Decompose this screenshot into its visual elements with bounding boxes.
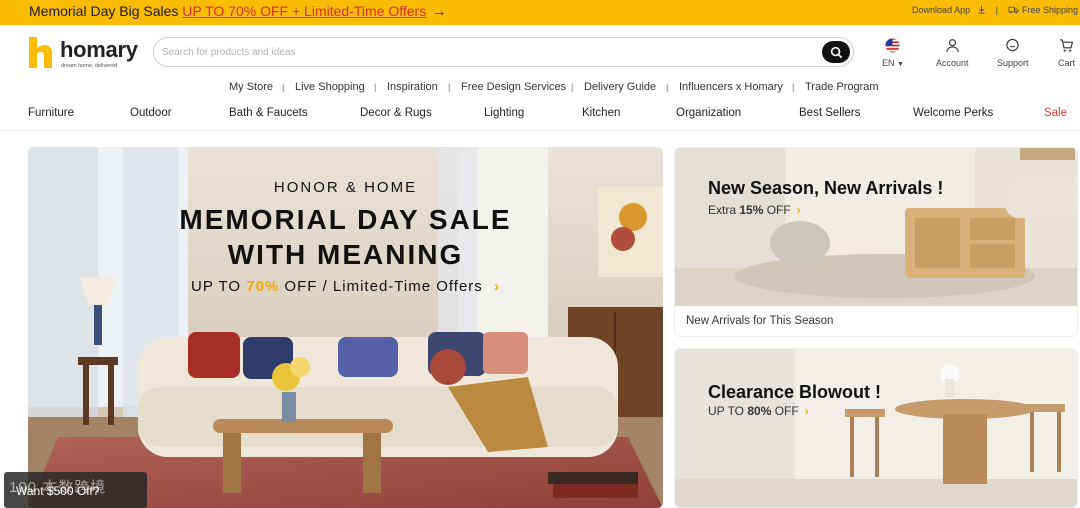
chevron-down-icon: ▼ — [897, 61, 904, 68]
promo-link[interactable]: UP TO 70% OFF + Limited-Time Offers — [182, 3, 426, 19]
subnav-separator: | — [448, 82, 451, 92]
hero-banner[interactable]: HONOR & HOME MEMORIAL DAY SALE WITH MEAN… — [28, 147, 663, 508]
new-arrivals-caption[interactable]: New Arrivals for This Season — [686, 315, 833, 327]
subnav-separator: | — [571, 82, 574, 92]
account-label: Account — [936, 58, 969, 68]
hero-offer: UP TO 70% OFF / Limited-Time Offers › — [191, 278, 500, 295]
subnav-separator: | — [792, 82, 795, 92]
free-shipping-link[interactable]: Free Shipping — [1008, 5, 1078, 15]
topbar-utility-links: Download App | Free Shipping — [912, 5, 1078, 15]
support-button[interactable]: Support — [997, 38, 1029, 68]
clearance-title: Clearance Blowout ! — [708, 382, 882, 402]
category-outdoor[interactable]: Outdoor — [130, 107, 172, 119]
download-app-label: Download App — [912, 5, 971, 15]
brand-name: homary — [60, 37, 138, 62]
hero-headline-line2: WITH MEANING — [227, 239, 464, 270]
promo-text: Memorial Day Big Sales — [29, 3, 183, 19]
category-furniture[interactable]: Furniture — [28, 107, 74, 119]
offer-popup-message[interactable]: Want $500 Off? — [16, 484, 99, 498]
brand-tagline: dream home, delivered — [61, 63, 118, 69]
subnav-free-design-services[interactable]: Free Design Services — [461, 81, 566, 93]
hero-living-room-image — [28, 147, 663, 508]
category-nav: Furniture Outdoor Bath & Faucets Decor &… — [0, 107, 1080, 125]
download-app-link[interactable]: Download App — [912, 5, 986, 15]
language-selector[interactable]: EN ▼ — [882, 38, 904, 68]
offer-popup-widget[interactable]: 100 本数跨境 Want $500 Off? — [4, 472, 147, 508]
hero-kicker: HONOR & HOME — [273, 179, 418, 196]
category-welcome-perks[interactable]: Welcome Perks — [913, 107, 993, 119]
support-label: Support — [997, 58, 1029, 68]
category-organization[interactable]: Organization — [676, 107, 741, 119]
clearance-offer: UP TO 80% OFF › — [708, 404, 809, 418]
homary-logo-mark-icon — [29, 37, 52, 68]
new-arrivals-title: New Season, New Arrivals ! — [708, 178, 944, 198]
promo-bar: Memorial Day Big Sales UP TO 70% OFF + L… — [0, 0, 1080, 25]
new-arrivals-image — [675, 148, 1077, 306]
category-sale[interactable]: Sale — [1044, 107, 1067, 119]
search-bar — [153, 37, 854, 67]
truck-icon — [1008, 6, 1019, 14]
hero-headline-line1: MEMORIAL DAY SALE — [179, 204, 512, 235]
category-lighting[interactable]: Lighting — [484, 107, 524, 119]
new-arrivals-card[interactable]: New Season, New Arrivals ! Extra 15% OFF… — [674, 147, 1078, 337]
search-input[interactable] — [162, 44, 802, 60]
subnav-live-shopping[interactable]: Live Shopping — [295, 81, 365, 93]
arrow-right-icon[interactable]: → — [432, 3, 446, 19]
promo-message[interactable]: Memorial Day Big Sales UP TO 70% OFF + L… — [29, 3, 446, 19]
secondary-nav: My Store | Live Shopping | Inspiration |… — [0, 81, 1080, 95]
homary-logo[interactable]: homary dream home, delivered — [27, 34, 138, 72]
cart-icon — [1059, 39, 1074, 52]
search-icon — [830, 46, 842, 58]
category-bath-faucets[interactable]: Bath & Faucets — [229, 107, 308, 119]
category-decor-rugs[interactable]: Decor & Rugs — [360, 107, 432, 119]
free-shipping-label: Free Shipping — [1021, 5, 1078, 15]
search-button[interactable] — [822, 41, 850, 63]
cart-button[interactable]: Cart — [1058, 38, 1075, 68]
clearance-card[interactable]: Clearance Blowout ! UP TO 80% OFF › — [674, 348, 1078, 508]
clearance-dining-image — [675, 349, 1077, 507]
chevron-right-icon: › — [493, 278, 500, 295]
chevron-right-icon: › — [796, 203, 801, 217]
subnav-separator: | — [666, 82, 669, 92]
category-kitchen[interactable]: Kitchen — [582, 107, 620, 119]
new-arrivals-offer: Extra 15% OFF › — [708, 203, 801, 217]
subnav-trade-program[interactable]: Trade Program — [805, 81, 879, 93]
language-label: EN ▼ — [882, 58, 904, 68]
subnav-separator: | — [374, 82, 377, 92]
user-icon — [946, 39, 959, 53]
download-icon — [977, 5, 985, 14]
subnav-inspiration[interactable]: Inspiration — [387, 81, 438, 93]
topbar-divider: | — [995, 5, 998, 15]
subnav-separator: | — [282, 82, 285, 92]
subnav-delivery-guide[interactable]: Delivery Guide — [584, 81, 656, 93]
account-button[interactable]: Account — [936, 38, 969, 68]
chevron-right-icon: › — [804, 404, 809, 418]
category-best-sellers[interactable]: Best Sellers — [799, 107, 860, 119]
us-flag-icon — [885, 38, 901, 53]
chat-bubble-icon — [1006, 38, 1019, 52]
subnav-influencers[interactable]: Influencers x Homary — [679, 81, 783, 93]
hero-discount: 70% — [246, 278, 280, 295]
header-divider — [0, 130, 1080, 131]
subnav-my-store[interactable]: My Store — [229, 81, 273, 93]
cart-label: Cart — [1058, 58, 1076, 68]
